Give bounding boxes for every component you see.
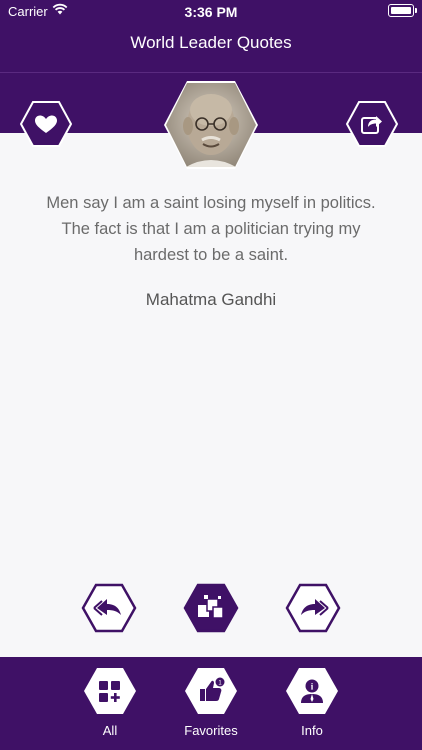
tab-all-label: All [102,723,118,738]
quote-text: Men say I am a saint losing myself in po… [46,194,376,264]
author-portrait [163,80,259,170]
tab-all[interactable]: All [70,667,150,738]
previous-button[interactable] [81,583,137,633]
tab-bar: All 1 Favorites i Info [0,657,422,750]
header-divider [0,72,422,73]
tab-info-label: Info [301,723,323,738]
grid-add-icon [83,667,137,715]
favorite-button[interactable] [20,101,72,147]
quote-author: Mahatma Gandhi [145,290,277,309]
random-quote-button[interactable] [183,583,239,633]
next-button[interactable] [285,583,341,633]
battery-icon [388,4,417,17]
share-button[interactable] [346,101,398,147]
tab-favorites[interactable]: 1 Favorites [171,667,251,738]
thumbs-up-icon: 1 [184,667,238,715]
tab-info[interactable]: i Info [272,667,352,738]
info-person-icon: i [285,667,339,715]
status-time: 3:36 PM [184,4,238,20]
page-title: World Leader Quotes [130,33,292,52]
tab-favorites-label: Favorites [184,723,238,738]
status-bar: Carrier 3:36 PM [0,0,422,22]
